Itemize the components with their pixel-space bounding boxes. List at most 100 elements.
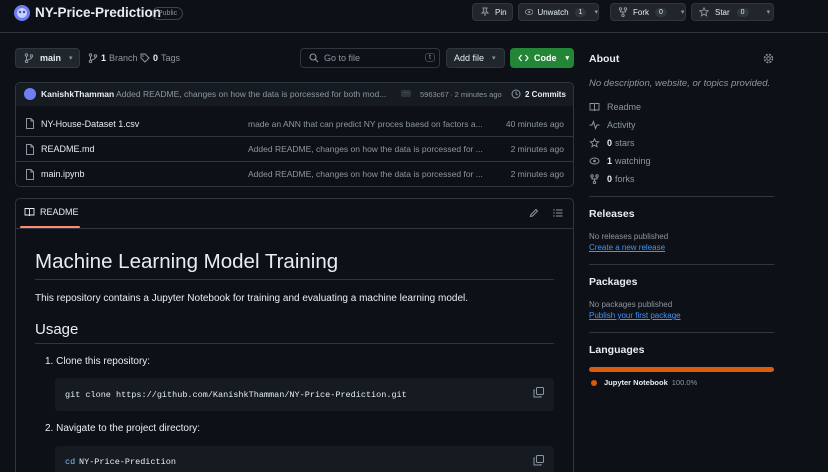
unwatch-label: Unwatch bbox=[537, 7, 569, 17]
no-releases-text: No releases published bbox=[589, 232, 669, 241]
file-name[interactable]: main.ipynb bbox=[41, 169, 85, 179]
go-to-file-placeholder: Go to file bbox=[324, 53, 361, 63]
copy-icon[interactable] bbox=[533, 387, 544, 398]
language-dot bbox=[591, 379, 597, 386]
code-icon bbox=[518, 54, 529, 62]
about-title: About bbox=[589, 53, 620, 65]
file-time: 2 minutes ago bbox=[510, 144, 564, 154]
chevron-down-icon: ▾ bbox=[69, 55, 73, 62]
readme-h2: Usage bbox=[35, 321, 79, 338]
go-to-file-input[interactable]: Go to file t bbox=[300, 48, 440, 68]
branch-icon bbox=[24, 53, 34, 63]
file-name[interactable]: README.md bbox=[41, 144, 95, 154]
watching-link[interactable]: 1 watching bbox=[589, 156, 651, 166]
sidebar-divider bbox=[589, 196, 774, 197]
readme-tab-label: README bbox=[40, 207, 79, 217]
commit-hash[interactable]: 5963c67 bbox=[420, 90, 449, 99]
language-item[interactable]: Jupyter Notebook 100.0% bbox=[591, 378, 697, 387]
fork-label: Fork bbox=[633, 7, 649, 17]
star-label: Star bbox=[715, 7, 730, 17]
publish-package-link[interactable]: Publish your first package bbox=[589, 311, 681, 320]
file-commit-message[interactable]: made an ANN that can predict NY proces b… bbox=[248, 119, 483, 129]
add-file-button[interactable]: Add file ▾ bbox=[446, 48, 505, 68]
fork-button[interactable]: Fork 0 ▾ bbox=[610, 3, 686, 21]
readme-link-label: Readme bbox=[607, 102, 642, 112]
book-icon bbox=[589, 103, 600, 112]
code-block: git clone https://github.com/KanishkTham… bbox=[55, 378, 554, 411]
commit-author[interactable]: KanishkThamman bbox=[41, 89, 114, 99]
copy-icon[interactable] bbox=[533, 455, 544, 466]
watching-label: watching bbox=[615, 156, 651, 166]
file-icon bbox=[26, 143, 34, 155]
unwatch-button[interactable]: Unwatch 1 ▾ bbox=[518, 3, 599, 21]
star-button[interactable]: Star 0 ▾ bbox=[691, 3, 774, 21]
gear-icon[interactable] bbox=[763, 53, 774, 64]
branch-icon bbox=[88, 53, 98, 63]
add-file-label: Add file bbox=[454, 53, 485, 63]
forks-link[interactable]: 0 forks bbox=[589, 174, 635, 184]
h2-divider bbox=[35, 343, 554, 344]
code-button[interactable]: Code ▾ bbox=[510, 48, 574, 68]
file-icon bbox=[26, 168, 34, 180]
repo-name[interactable]: NY-Price-Prediction bbox=[35, 5, 161, 20]
branch-select[interactable]: main ▾ bbox=[15, 48, 80, 68]
pin-icon bbox=[480, 7, 490, 16]
chevron-down-icon: ▾ bbox=[680, 9, 685, 16]
code-block: cd NY-Price-Prediction bbox=[55, 446, 554, 472]
file-time: 2 minutes ago bbox=[510, 169, 564, 179]
unwatch-count: 1 bbox=[574, 7, 587, 17]
commits-count: 2 Commits bbox=[525, 89, 566, 99]
h1-divider bbox=[35, 279, 554, 280]
languages-title: Languages bbox=[589, 344, 645, 356]
stars-link[interactable]: 0 stars bbox=[589, 138, 635, 148]
readme-tab[interactable]: README bbox=[24, 207, 79, 217]
readme-link[interactable]: Readme bbox=[589, 102, 641, 112]
sidebar-divider bbox=[589, 264, 774, 265]
file-row[interactable]: README.md Added README, changes on how t… bbox=[15, 136, 574, 161]
author-avatar[interactable] bbox=[24, 88, 36, 100]
clone-command: git clone https://github.com/KanishkTham… bbox=[65, 390, 407, 400]
branches-link[interactable]: 1 Branch bbox=[88, 53, 138, 63]
branch-count: 1 bbox=[101, 53, 107, 63]
outline-icon[interactable] bbox=[553, 208, 563, 218]
visibility-badge: Public bbox=[152, 7, 184, 20]
commits-link[interactable]: 2 Commits bbox=[511, 89, 566, 99]
expand-commit-button[interactable]: ··· bbox=[401, 90, 411, 97]
file-row[interactable]: NY-House-Dataset 1.csv made an ANN that … bbox=[15, 111, 574, 136]
pulse-icon bbox=[589, 120, 600, 130]
header-divider bbox=[0, 32, 828, 33]
step-1: 1. Clone this repository: bbox=[45, 356, 151, 367]
tag-icon bbox=[140, 53, 150, 63]
commit-message[interactable]: Added README, changes on how the data is… bbox=[116, 89, 392, 99]
releases-title[interactable]: Releases bbox=[589, 208, 635, 220]
activity-link[interactable]: Activity bbox=[589, 120, 636, 130]
file-commit-message[interactable]: Added README, changes on how the data is… bbox=[248, 169, 483, 179]
chevron-down-icon: ▾ bbox=[594, 9, 598, 16]
file-row[interactable]: main.ipynb Added README, changes on how … bbox=[15, 161, 574, 186]
forks-label: forks bbox=[615, 174, 635, 184]
eye-icon bbox=[525, 9, 534, 15]
no-packages-text: No packages published bbox=[589, 300, 673, 309]
repo-avatar[interactable] bbox=[14, 5, 30, 21]
watching-count: 1 bbox=[607, 156, 613, 166]
tag-count-label: Tags bbox=[161, 53, 181, 63]
branch-count-label: Branch bbox=[109, 53, 138, 63]
history-icon bbox=[511, 89, 521, 99]
readme-intro: This repository contains a Jupyter Noteb… bbox=[35, 293, 469, 304]
packages-title[interactable]: Packages bbox=[589, 276, 637, 288]
file-commit-message[interactable]: Added README, changes on how the data is… bbox=[248, 144, 483, 154]
create-release-link[interactable]: Create a new release bbox=[589, 243, 665, 252]
code-label: Code bbox=[534, 53, 557, 63]
pin-button[interactable]: Pin bbox=[472, 3, 513, 21]
file-name[interactable]: NY-House-Dataset 1.csv bbox=[41, 119, 139, 129]
eye-icon bbox=[589, 157, 600, 165]
file-icon bbox=[26, 118, 34, 129]
stars-label: stars bbox=[615, 138, 635, 148]
readme-h1: Machine Learning Model Training bbox=[35, 250, 339, 273]
edit-readme-icon[interactable] bbox=[529, 208, 539, 218]
chevron-down-icon: ▾ bbox=[565, 55, 570, 62]
pin-label: Pin bbox=[495, 7, 507, 17]
tags-link[interactable]: 0 Tags bbox=[140, 53, 180, 63]
language-percent: 100.0% bbox=[671, 378, 698, 387]
activity-label: Activity bbox=[607, 120, 636, 130]
